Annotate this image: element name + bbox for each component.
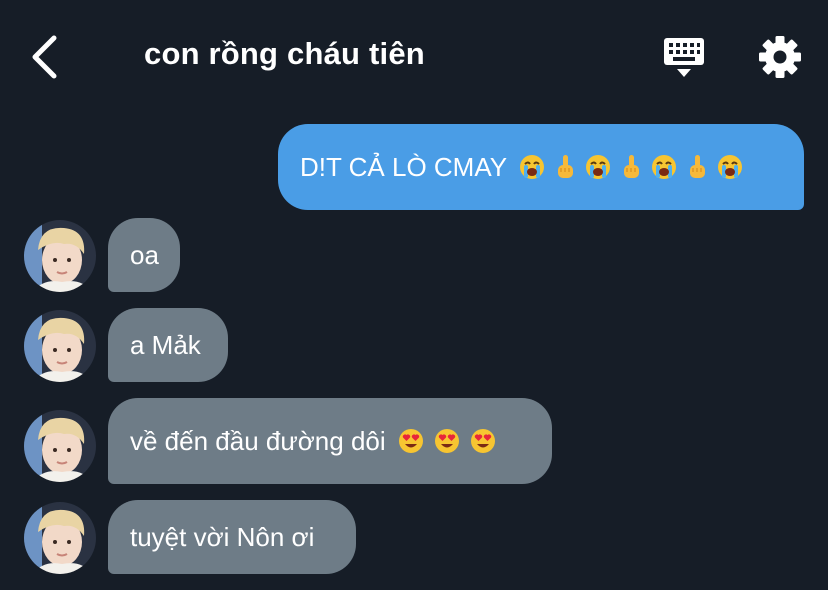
message-text: a Mảk [130, 329, 201, 360]
middle-finger-icon [690, 155, 706, 178]
loudly-crying-face-icon [520, 155, 545, 179]
middle-finger-icon [558, 155, 574, 178]
heart-eyes-face-icon [398, 429, 423, 453]
message-bubble-outgoing[interactable]: D!T CẢ LÒ CMAY [278, 124, 804, 210]
message-text: D!T CẢ LÒ CMAY [300, 151, 508, 182]
message-text: về đến đầu đường dôi [130, 425, 386, 456]
back-button[interactable] [22, 30, 72, 84]
gear-icon [759, 36, 801, 78]
avatar[interactable] [24, 220, 96, 292]
message-text: tuyệt vời Nôn ơi [130, 521, 315, 552]
emoji-row [398, 428, 496, 454]
avatar-photo [24, 502, 96, 574]
heart-eyes-face-icon [434, 429, 459, 453]
keyboard-button[interactable] [660, 34, 708, 82]
heart-eyes-face-icon [470, 429, 495, 453]
chat-title: con rồng cháu tiên [144, 36, 425, 71]
avatar[interactable] [24, 502, 96, 574]
keyboard-icon [664, 38, 704, 77]
message-text: oa [130, 239, 159, 270]
avatar[interactable] [24, 410, 96, 482]
avatar-photo [24, 220, 96, 292]
chevron-left-icon [32, 35, 57, 79]
message-bubble-incoming[interactable]: a Mảk [108, 308, 228, 382]
message-bubble-incoming[interactable]: về đến đầu đường dôi [108, 398, 552, 484]
middle-finger-icon [624, 155, 640, 178]
loudly-crying-face-icon [586, 155, 611, 179]
avatar-photo [24, 310, 96, 382]
avatar[interactable] [24, 310, 96, 382]
chat-screen: con rồng cháu tiên D!T CẢ LÒ CMAY oa a M… [0, 0, 828, 590]
settings-button[interactable] [756, 33, 804, 81]
message-bubble-incoming[interactable]: tuyệt vời Nôn ơi [108, 500, 356, 574]
emoji-row [519, 154, 743, 180]
loudly-crying-face-icon [652, 155, 677, 179]
avatar-photo [24, 410, 96, 482]
message-bubble-incoming[interactable]: oa [108, 218, 180, 292]
loudly-crying-face-icon [718, 155, 743, 179]
chat-header: con rồng cháu tiên [0, 0, 828, 110]
